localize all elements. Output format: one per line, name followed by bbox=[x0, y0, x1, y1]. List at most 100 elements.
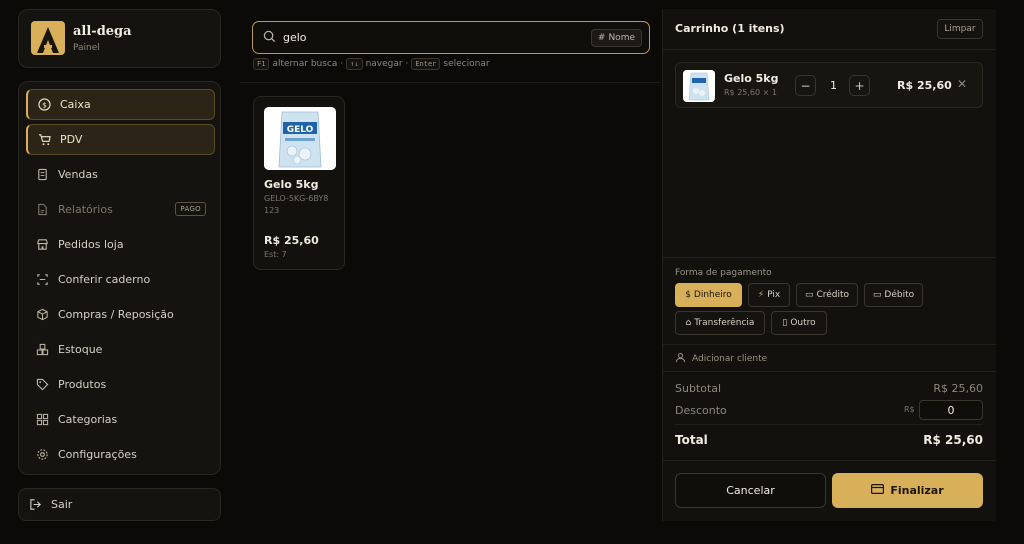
cart-icon bbox=[38, 133, 51, 146]
discount-label: Desconto bbox=[675, 404, 727, 417]
hint-text: navegar · bbox=[365, 59, 409, 69]
hint-key: ↑↓ bbox=[346, 58, 363, 70]
cart-item-name: Gelo 5kg bbox=[724, 72, 779, 85]
payment-debito[interactable]: ▭ Débito bbox=[864, 283, 923, 307]
sidebar-nav: $ Caixa PDV Vendas Relatórios PAGO Pedid… bbox=[18, 81, 221, 475]
tag-icon bbox=[36, 378, 49, 391]
increase-qty-button[interactable]: + bbox=[849, 75, 870, 96]
divider bbox=[240, 82, 660, 83]
sidebar-item-label: Relatórios bbox=[58, 203, 113, 216]
logo-icon bbox=[31, 21, 65, 55]
payment-option-label: Outro bbox=[790, 318, 816, 328]
debit-card-icon: ▭ bbox=[872, 290, 882, 300]
dollar-circle-icon: $ bbox=[38, 98, 51, 111]
payment-option-label: Débito bbox=[884, 290, 915, 300]
sidebar-item-relatorios[interactable]: Relatórios PAGO bbox=[26, 194, 215, 225]
sidebar-item-conferir-caderno[interactable]: Conferir caderno bbox=[26, 264, 215, 295]
plus-icon: + bbox=[854, 78, 865, 93]
scan-icon bbox=[36, 273, 49, 286]
bank-icon: ⌂ bbox=[685, 318, 692, 328]
payment-label: Forma de pagamento bbox=[675, 268, 772, 278]
add-client-button[interactable]: Adicionar cliente bbox=[675, 352, 767, 366]
product-code: 123 bbox=[264, 206, 280, 215]
payment-pix[interactable]: ⚡ Pix bbox=[748, 283, 790, 307]
sidebar-item-label: Conferir caderno bbox=[58, 273, 151, 286]
payment-option-label: Dinheiro bbox=[693, 290, 732, 300]
hint-text: alternar busca · bbox=[272, 59, 344, 69]
sidebar-item-label: Pedidos loja bbox=[58, 238, 124, 251]
discount-input[interactable] bbox=[919, 400, 983, 420]
product-sku: GELO-5KG-6BY8 123 bbox=[264, 193, 336, 217]
sidebar-item-label: Estoque bbox=[58, 343, 103, 356]
sidebar-item-label: Caixa bbox=[60, 98, 91, 111]
gear-icon bbox=[36, 448, 49, 461]
sidebar-item-configuracoes[interactable]: Configurações bbox=[26, 439, 215, 470]
keyboard-hints: F1 alternar busca · ↑↓ navegar · Enter s… bbox=[253, 58, 490, 70]
sidebar-item-caixa[interactable]: $ Caixa bbox=[26, 89, 215, 120]
sidebar-item-compras[interactable]: Compras / Reposição bbox=[26, 299, 215, 330]
search-input[interactable] bbox=[283, 31, 583, 44]
sidebar-item-pdv[interactable]: PDV bbox=[26, 124, 215, 155]
decrease-qty-button[interactable]: − bbox=[795, 75, 816, 96]
remove-item-button[interactable]: ✕ bbox=[957, 77, 967, 91]
sidebar-item-estoque[interactable]: Estoque bbox=[26, 334, 215, 365]
product-card[interactable]: GELO Gelo 5kg GELO-5KG-6BY8 123 R$ 25,60… bbox=[253, 96, 345, 270]
product-price: R$ 25,60 bbox=[264, 234, 319, 247]
subtotal-value: R$ 25,60 bbox=[933, 382, 983, 395]
user-icon bbox=[675, 352, 686, 366]
grid-icon bbox=[36, 413, 49, 426]
divider bbox=[663, 371, 996, 372]
product-stock: Est: 7 bbox=[264, 250, 287, 259]
finish-button[interactable]: Finalizar bbox=[832, 473, 983, 508]
product-search[interactable]: # Nome bbox=[252, 21, 650, 54]
sidebar-item-label: Compras / Reposição bbox=[58, 308, 174, 321]
divider bbox=[663, 344, 996, 345]
divider bbox=[675, 424, 983, 425]
payment-dinheiro[interactable]: $ Dinheiro bbox=[675, 283, 742, 307]
cart-item-unit-price: R$ 25,60 × 1 bbox=[724, 88, 777, 97]
sidebar-item-label: Configurações bbox=[58, 448, 137, 461]
payment-outro[interactable]: ▯ Outro bbox=[771, 311, 827, 335]
document-icon: ▯ bbox=[782, 318, 788, 328]
search-mode-label: Nome bbox=[608, 33, 635, 43]
hint-text: selecionar bbox=[443, 59, 490, 69]
lightning-icon: ⚡ bbox=[757, 290, 765, 300]
credit-card-icon: ▭ bbox=[804, 290, 814, 300]
sidebar-item-pedidos-loja[interactable]: Pedidos loja bbox=[26, 229, 215, 260]
payment-transferencia[interactable]: ⌂ Transferência bbox=[675, 311, 765, 335]
divider bbox=[663, 460, 996, 461]
sidebar-item-produtos[interactable]: Produtos bbox=[26, 369, 215, 400]
product-image: GELO bbox=[264, 107, 336, 170]
close-icon: ✕ bbox=[957, 77, 968, 91]
sidebar-item-label: PDV bbox=[60, 133, 83, 146]
finish-label: Finalizar bbox=[890, 484, 944, 497]
brand-name: all-dega bbox=[73, 24, 132, 39]
hash-icon: # bbox=[597, 33, 606, 43]
store-icon bbox=[36, 238, 49, 251]
product-sku-code: GELO-5KG-6BY8 bbox=[264, 194, 329, 203]
divider bbox=[663, 257, 996, 258]
receipt-icon bbox=[36, 168, 49, 181]
payment-option-label: Transferência bbox=[694, 318, 755, 328]
brand-subtitle: Painel bbox=[73, 43, 100, 53]
sidebar-item-categorias[interactable]: Categorias bbox=[26, 404, 215, 435]
total-value: R$ 25,60 bbox=[923, 433, 983, 447]
payment-option-label: Pix bbox=[767, 290, 781, 300]
divider bbox=[663, 49, 996, 50]
search-mode-toggle[interactable]: # Nome bbox=[590, 29, 642, 47]
cart-item: Gelo 5kg R$ 25,60 × 1 − 1 + R$ 25,60 ✕ bbox=[675, 62, 983, 108]
cart-item-image bbox=[683, 70, 715, 102]
boxes-icon bbox=[36, 343, 49, 356]
cart-item-total: R$ 25,60 bbox=[897, 79, 952, 92]
file-icon bbox=[36, 203, 49, 216]
clear-cart-button[interactable]: Limpar bbox=[937, 19, 983, 39]
paid-badge: PAGO bbox=[175, 202, 206, 216]
cart-item-qty: 1 bbox=[830, 79, 837, 92]
sidebar-item-vendas[interactable]: Vendas bbox=[26, 159, 215, 190]
cancel-button[interactable]: Cancelar bbox=[675, 473, 826, 508]
sidebar-item-label: Vendas bbox=[58, 168, 98, 181]
payment-credito[interactable]: ▭ Crédito bbox=[796, 283, 858, 307]
subtotal-label: Subtotal bbox=[675, 382, 722, 395]
logout-button[interactable]: Sair bbox=[18, 488, 221, 521]
payment-option-label: Crédito bbox=[816, 290, 850, 300]
